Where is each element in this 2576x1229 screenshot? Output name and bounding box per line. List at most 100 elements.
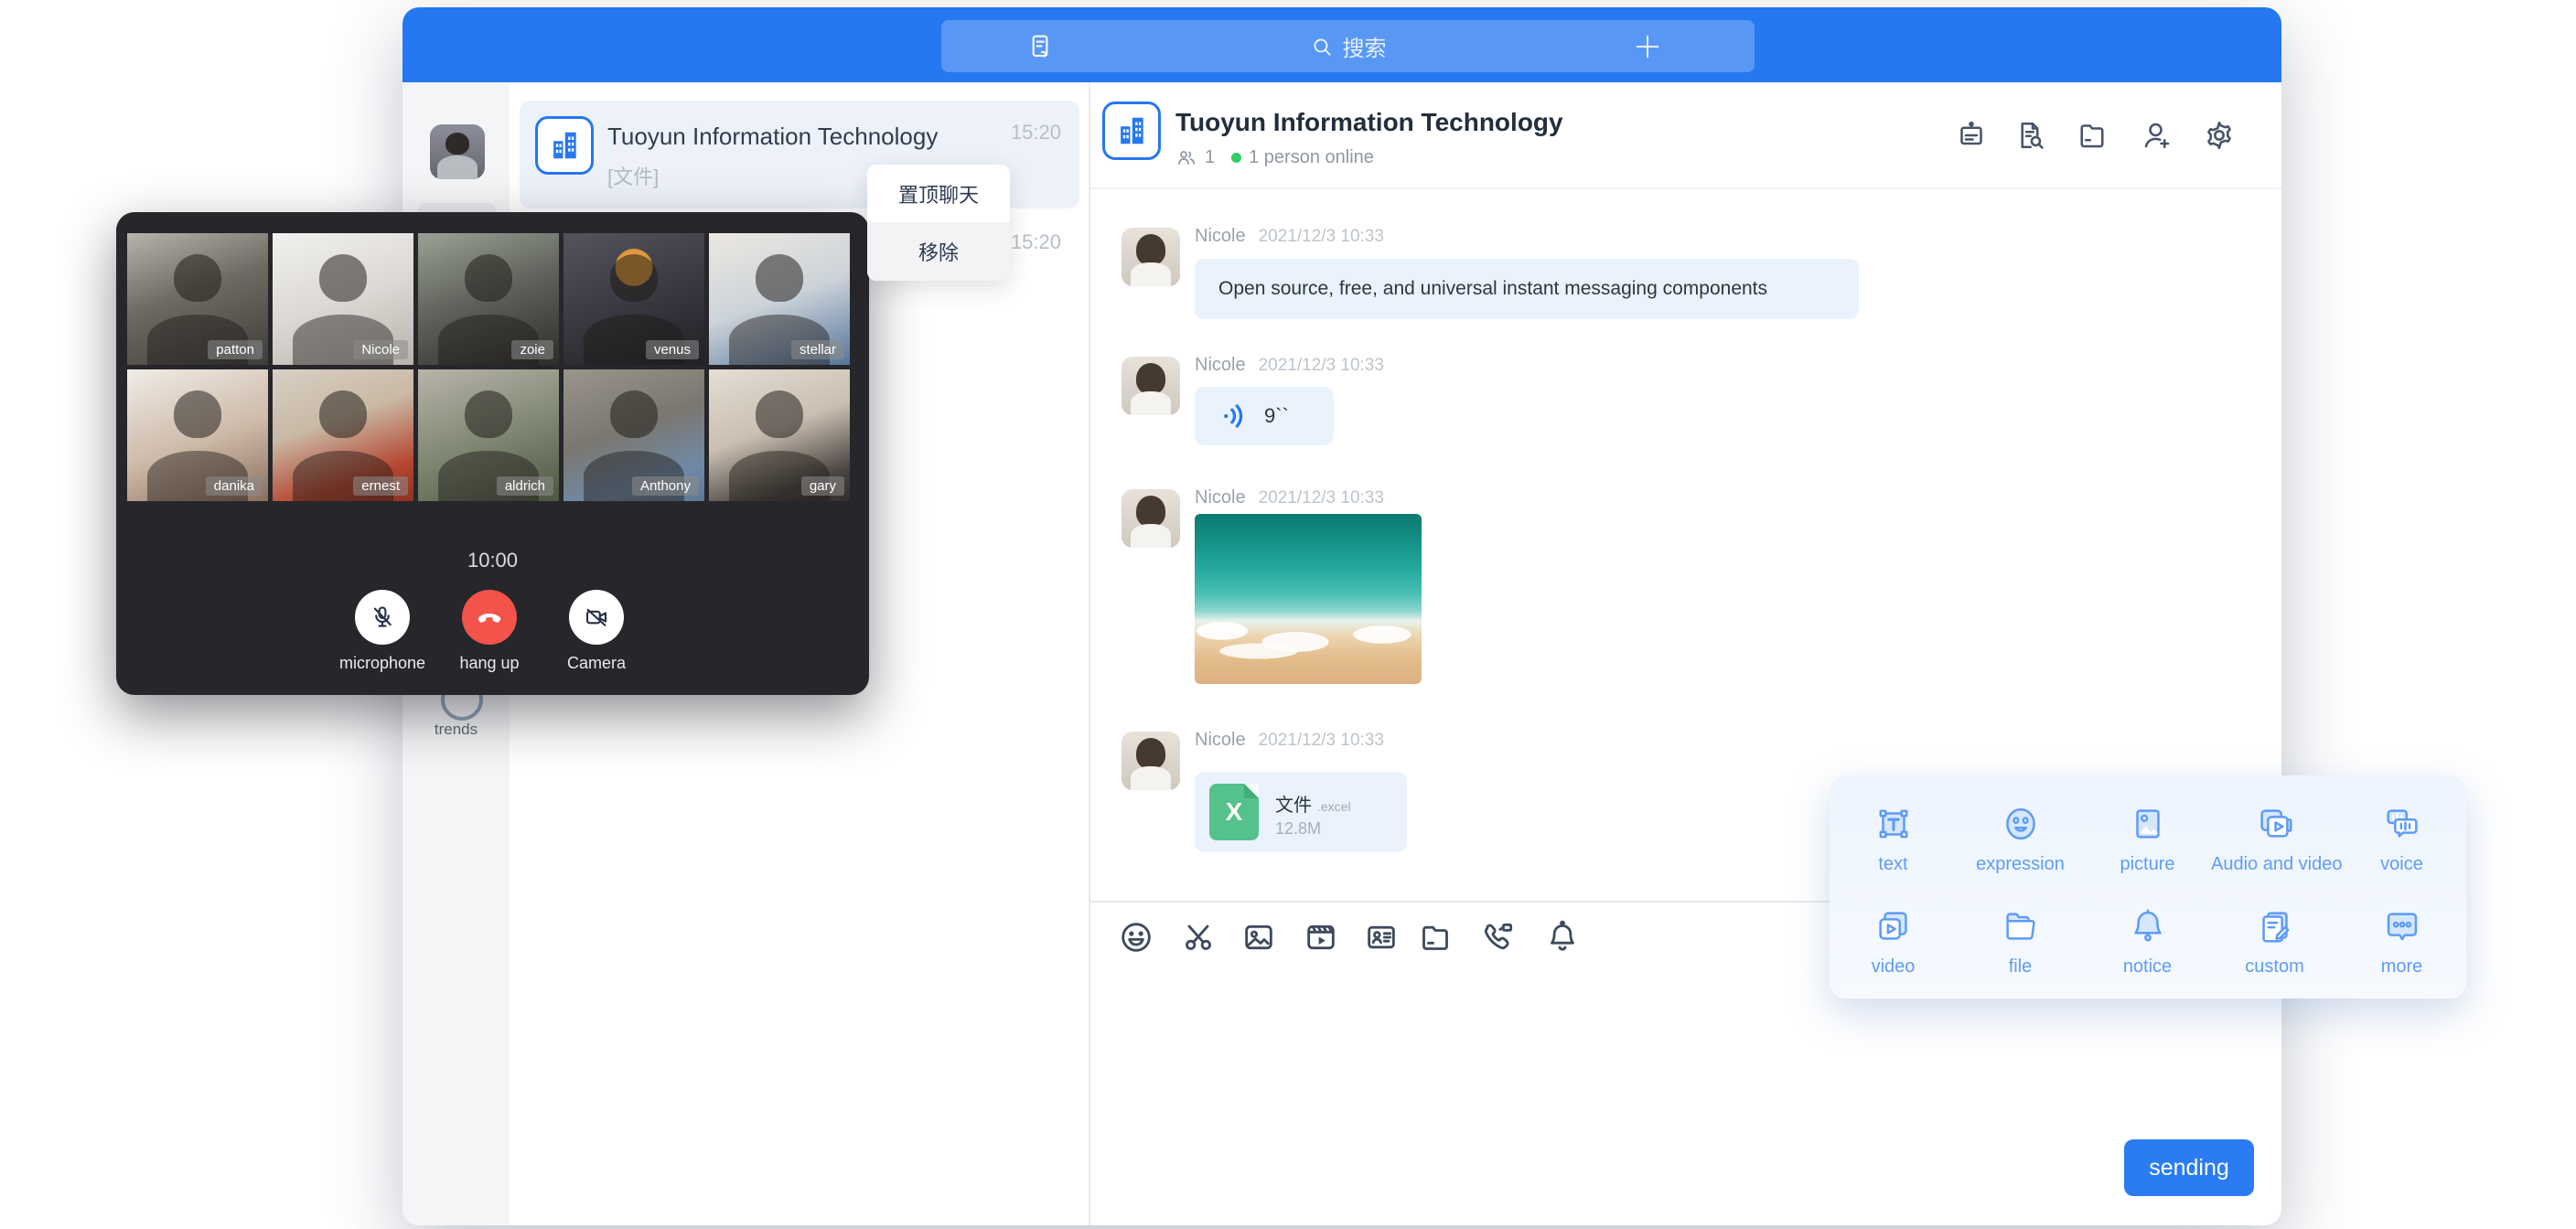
participant-name: Anthony bbox=[632, 476, 699, 496]
conversation-time: 15:20 bbox=[1004, 121, 1061, 144]
message-meta: Nicole 2021/12/3 10:33 bbox=[1195, 487, 1384, 508]
call-tile: stellar bbox=[709, 233, 850, 365]
file-folder-icon[interactable] bbox=[1416, 918, 1454, 956]
call-timer: 10:00 bbox=[116, 549, 869, 572]
call-tile: gary bbox=[709, 369, 850, 501]
search-icon bbox=[1310, 35, 1334, 59]
avatar[interactable] bbox=[1122, 228, 1180, 286]
screenshot-scissors-icon[interactable] bbox=[1179, 918, 1218, 956]
members-icon bbox=[1175, 146, 1197, 168]
avatar[interactable] bbox=[1122, 489, 1180, 548]
voice-message-bubble[interactable]: 9`` bbox=[1195, 387, 1334, 445]
emoji-icon[interactable] bbox=[1117, 918, 1155, 956]
popup-item-file[interactable]: file bbox=[1957, 903, 2084, 978]
popup-item-custom[interactable]: custom bbox=[2211, 903, 2338, 978]
list-main-divider bbox=[1089, 82, 1090, 1225]
building-icon bbox=[547, 128, 582, 163]
chat-title: Tuoyun Information Technology bbox=[1175, 108, 1563, 137]
popup-item-expression[interactable]: expression bbox=[1957, 801, 2084, 875]
text-message-bubble[interactable]: Open source, free, and universal instant… bbox=[1195, 259, 1859, 319]
popup-item-more[interactable]: more bbox=[2338, 903, 2465, 978]
sender-name: Nicole bbox=[1195, 226, 1246, 247]
conversation-context-menu: 置顶聊天 移除 bbox=[867, 165, 1010, 281]
search-bar[interactable]: 搜索 bbox=[941, 20, 1755, 72]
participant-name: zoie bbox=[511, 340, 553, 359]
group-notice-icon[interactable] bbox=[1953, 117, 1990, 154]
menu-item-remove[interactable]: 移除 bbox=[867, 222, 1010, 281]
member-count: 1 bbox=[1205, 147, 1215, 168]
chat-subtitle: 1 1 person online bbox=[1175, 146, 1374, 168]
notification-bell-icon[interactable] bbox=[1543, 918, 1582, 956]
sender-name: Nicole bbox=[1195, 730, 1246, 751]
participant-name: aldrich bbox=[497, 476, 553, 496]
call-tile: patton bbox=[127, 233, 268, 365]
popup-item-video[interactable]: video bbox=[1830, 903, 1957, 978]
chat-group-avatar-icon bbox=[1102, 102, 1161, 160]
file-badge: X bbox=[1226, 797, 1243, 827]
call-tile: aldrich bbox=[418, 369, 559, 501]
contact-card-icon[interactable] bbox=[1362, 918, 1401, 956]
online-dot bbox=[1231, 153, 1241, 163]
file-ext: .excel bbox=[1317, 799, 1351, 814]
audio-video-icon bbox=[2211, 801, 2338, 847]
search-placeholder: 搜索 bbox=[1343, 30, 1387, 62]
participant-name: patton bbox=[208, 340, 263, 359]
voice-duration: 9`` bbox=[1264, 404, 1289, 428]
file-size: 12.8M bbox=[1275, 819, 1321, 839]
call-tile: ernest bbox=[273, 369, 413, 501]
video-film-icon[interactable] bbox=[1302, 918, 1340, 956]
sender-name: Nicole bbox=[1195, 487, 1246, 508]
text-icon bbox=[1830, 801, 1957, 847]
header-divider bbox=[1090, 187, 2281, 189]
popup-item-picture[interactable]: picture bbox=[2084, 801, 2211, 875]
video-call-panel: patton Nicole zoie venus stellar danika … bbox=[116, 212, 869, 695]
camera-muted-icon bbox=[583, 604, 610, 631]
message-meta: Nicole 2021/12/3 10:33 bbox=[1195, 355, 1384, 376]
popup-item-audio-video[interactable]: Audio and video bbox=[2211, 801, 2338, 875]
excel-file-icon: X bbox=[1209, 784, 1259, 840]
popup-item-voice[interactable]: voice bbox=[2338, 801, 2465, 875]
participant-name: venus bbox=[646, 340, 699, 359]
conversation-last-message: [文件] bbox=[607, 161, 659, 190]
picture-icon[interactable] bbox=[1240, 918, 1278, 956]
popup-item-notice[interactable]: notice bbox=[2084, 903, 2211, 978]
user-avatar[interactable] bbox=[430, 124, 485, 179]
call-tile: danika bbox=[127, 369, 268, 501]
popup-item-text[interactable]: text bbox=[1830, 801, 1957, 875]
add-member-icon[interactable] bbox=[2139, 117, 2175, 154]
video-call-phone-icon[interactable] bbox=[1479, 918, 1518, 956]
sidebar-item-trends[interactable]: trends bbox=[402, 721, 510, 739]
file-name: 文件.excel bbox=[1275, 790, 1351, 817]
voice-wave-icon bbox=[1218, 401, 1250, 432]
participant-name: danika bbox=[206, 476, 263, 496]
voice-icon bbox=[2338, 801, 2465, 847]
chat-history-search-icon[interactable] bbox=[2012, 117, 2048, 154]
microphone-mute-button[interactable] bbox=[355, 590, 410, 645]
add-icon[interactable] bbox=[1632, 31, 1663, 67]
camera-off-button[interactable] bbox=[569, 590, 624, 645]
call-tile: Anthony bbox=[564, 369, 704, 501]
picture-icon-blue bbox=[2084, 801, 2211, 847]
participant-name: gary bbox=[801, 476, 844, 496]
avatar[interactable] bbox=[1122, 732, 1180, 790]
settings-gear-icon[interactable] bbox=[2201, 117, 2238, 154]
message-time: 2021/12/3 10:33 bbox=[1259, 731, 1384, 751]
image-message-beach[interactable] bbox=[1195, 514, 1422, 684]
phone-down-icon bbox=[475, 603, 504, 632]
video-icon-blue bbox=[1830, 903, 1957, 949]
call-tile: zoie bbox=[418, 233, 559, 365]
call-tile: Nicole bbox=[273, 233, 413, 365]
avatar[interactable] bbox=[1122, 357, 1180, 415]
message-text: Open source, free, and universal instant… bbox=[1218, 278, 1767, 300]
hang-up-button[interactable] bbox=[462, 590, 517, 645]
call-tile: venus bbox=[564, 233, 704, 365]
building-icon bbox=[1114, 113, 1149, 148]
message-meta: Nicole 2021/12/3 10:33 bbox=[1195, 730, 1384, 751]
send-button[interactable]: sending bbox=[2124, 1139, 2254, 1196]
page: { "colors":{"accent":"#2677F2","bubble":… bbox=[0, 0, 2576, 1229]
group-files-icon[interactable] bbox=[2074, 117, 2110, 154]
mic-muted-icon bbox=[369, 604, 396, 631]
menu-item-pin-chat[interactable]: 置顶聊天 bbox=[867, 165, 1010, 222]
group-avatar-icon[interactable] bbox=[535, 116, 594, 175]
participant-name: Nicole bbox=[353, 340, 408, 359]
